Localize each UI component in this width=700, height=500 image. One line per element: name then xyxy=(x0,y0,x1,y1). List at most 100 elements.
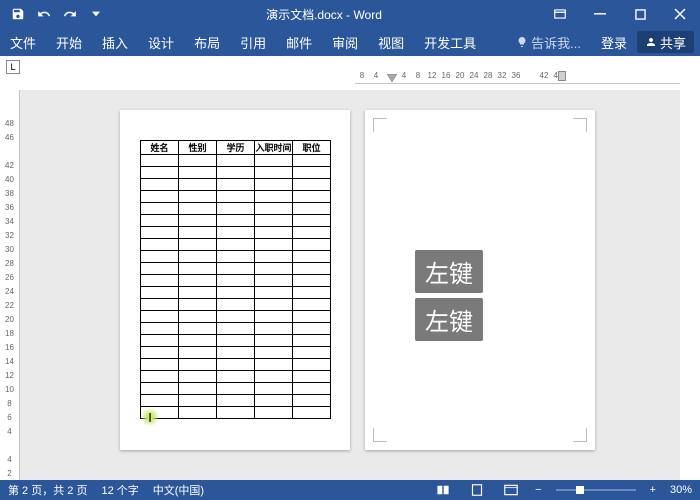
table-cell[interactable] xyxy=(179,227,217,239)
table-cell[interactable] xyxy=(141,215,179,227)
table-cell[interactable] xyxy=(255,191,293,203)
table-cell[interactable] xyxy=(293,335,331,347)
table-row[interactable] xyxy=(141,203,331,215)
document-canvas[interactable]: 姓名性别学历入职时间职位 I 左键 左键 xyxy=(20,90,680,480)
table-cell[interactable] xyxy=(217,227,255,239)
table-cell[interactable] xyxy=(217,323,255,335)
table-row[interactable] xyxy=(141,335,331,347)
tellme-input[interactable]: 告诉我... xyxy=(506,28,591,56)
table-row[interactable] xyxy=(141,215,331,227)
table-cell[interactable] xyxy=(141,347,179,359)
table-cell[interactable] xyxy=(293,215,331,227)
table-cell[interactable] xyxy=(179,371,217,383)
table-cell[interactable] xyxy=(293,275,331,287)
table-cell[interactable] xyxy=(179,347,217,359)
table-cell[interactable] xyxy=(255,371,293,383)
table-row[interactable] xyxy=(141,275,331,287)
table-cell[interactable] xyxy=(255,203,293,215)
table-cell[interactable] xyxy=(141,251,179,263)
table-cell[interactable] xyxy=(141,383,179,395)
horizontal-ruler[interactable]: 8448121620242832364246 xyxy=(355,68,680,84)
table-cell[interactable] xyxy=(179,311,217,323)
table-cell[interactable] xyxy=(141,323,179,335)
table-header-cell[interactable]: 入职时间 xyxy=(255,141,293,155)
table-row[interactable] xyxy=(141,359,331,371)
tab-home[interactable]: 开始 xyxy=(46,28,92,56)
table-cell[interactable] xyxy=(217,299,255,311)
read-mode-button[interactable] xyxy=(433,482,453,498)
table-cell[interactable] xyxy=(179,275,217,287)
close-button[interactable] xyxy=(660,0,700,28)
table-cell[interactable] xyxy=(293,203,331,215)
table-cell[interactable] xyxy=(217,275,255,287)
table-row[interactable] xyxy=(141,167,331,179)
table-cell[interactable] xyxy=(179,191,217,203)
table-cell[interactable] xyxy=(255,359,293,371)
table-row[interactable] xyxy=(141,407,331,419)
table-cell[interactable] xyxy=(217,215,255,227)
table-header-cell[interactable]: 姓名 xyxy=(141,141,179,155)
login-button[interactable]: 登录 xyxy=(591,28,637,56)
ribbon-display-button[interactable] xyxy=(540,0,580,28)
zoom-level[interactable]: 30% xyxy=(670,484,692,496)
table-cell[interactable] xyxy=(293,239,331,251)
table-cell[interactable] xyxy=(255,167,293,179)
table-cell[interactable] xyxy=(217,239,255,251)
table-cell[interactable] xyxy=(293,299,331,311)
table-cell[interactable] xyxy=(141,179,179,191)
table-cell[interactable] xyxy=(141,263,179,275)
table-cell[interactable] xyxy=(179,299,217,311)
table-cell[interactable] xyxy=(141,335,179,347)
table-row[interactable] xyxy=(141,155,331,167)
table-cell[interactable] xyxy=(179,263,217,275)
table-header-cell[interactable]: 职位 xyxy=(293,141,331,155)
table-cell[interactable] xyxy=(217,347,255,359)
table-cell[interactable] xyxy=(141,203,179,215)
table-cell[interactable] xyxy=(179,287,217,299)
table-cell[interactable] xyxy=(293,371,331,383)
table-cell[interactable] xyxy=(293,359,331,371)
table-cell[interactable] xyxy=(293,407,331,419)
table-cell[interactable] xyxy=(179,251,217,263)
minimize-button[interactable] xyxy=(580,0,620,28)
table-cell[interactable] xyxy=(217,359,255,371)
table-cell[interactable] xyxy=(179,395,217,407)
table-cell[interactable] xyxy=(255,311,293,323)
table-row[interactable] xyxy=(141,383,331,395)
table-cell[interactable] xyxy=(217,191,255,203)
table-row[interactable] xyxy=(141,311,331,323)
maximize-button[interactable] xyxy=(620,0,660,28)
document-table[interactable]: 姓名性别学历入职时间职位 xyxy=(140,140,331,419)
table-cell[interactable] xyxy=(293,287,331,299)
table-cell[interactable] xyxy=(141,239,179,251)
zoom-slider[interactable] xyxy=(556,489,636,491)
table-cell[interactable] xyxy=(293,251,331,263)
table-cell[interactable] xyxy=(255,383,293,395)
table-row[interactable] xyxy=(141,299,331,311)
table-cell[interactable] xyxy=(293,383,331,395)
tab-references[interactable]: 引用 xyxy=(230,28,276,56)
table-cell[interactable] xyxy=(179,203,217,215)
table-row[interactable] xyxy=(141,179,331,191)
table-cell[interactable] xyxy=(141,155,179,167)
table-cell[interactable] xyxy=(255,251,293,263)
save-button[interactable] xyxy=(6,3,30,25)
table-cell[interactable] xyxy=(293,323,331,335)
table-cell[interactable] xyxy=(255,287,293,299)
table-row[interactable] xyxy=(141,239,331,251)
tab-insert[interactable]: 插入 xyxy=(92,28,138,56)
table-cell[interactable] xyxy=(217,335,255,347)
table-cell[interactable] xyxy=(255,227,293,239)
table-cell[interactable] xyxy=(217,407,255,419)
tab-mailings[interactable]: 邮件 xyxy=(276,28,322,56)
tab-review[interactable]: 审阅 xyxy=(322,28,368,56)
table-cell[interactable] xyxy=(217,167,255,179)
table-row[interactable] xyxy=(141,191,331,203)
zoom-out-button[interactable]: − xyxy=(535,484,541,496)
table-cell[interactable] xyxy=(255,155,293,167)
table-cell[interactable] xyxy=(217,383,255,395)
table-cell[interactable] xyxy=(293,347,331,359)
status-page[interactable]: 第 2 页，共 2 页 xyxy=(8,482,87,498)
table-cell[interactable] xyxy=(217,179,255,191)
table-cell[interactable] xyxy=(141,299,179,311)
